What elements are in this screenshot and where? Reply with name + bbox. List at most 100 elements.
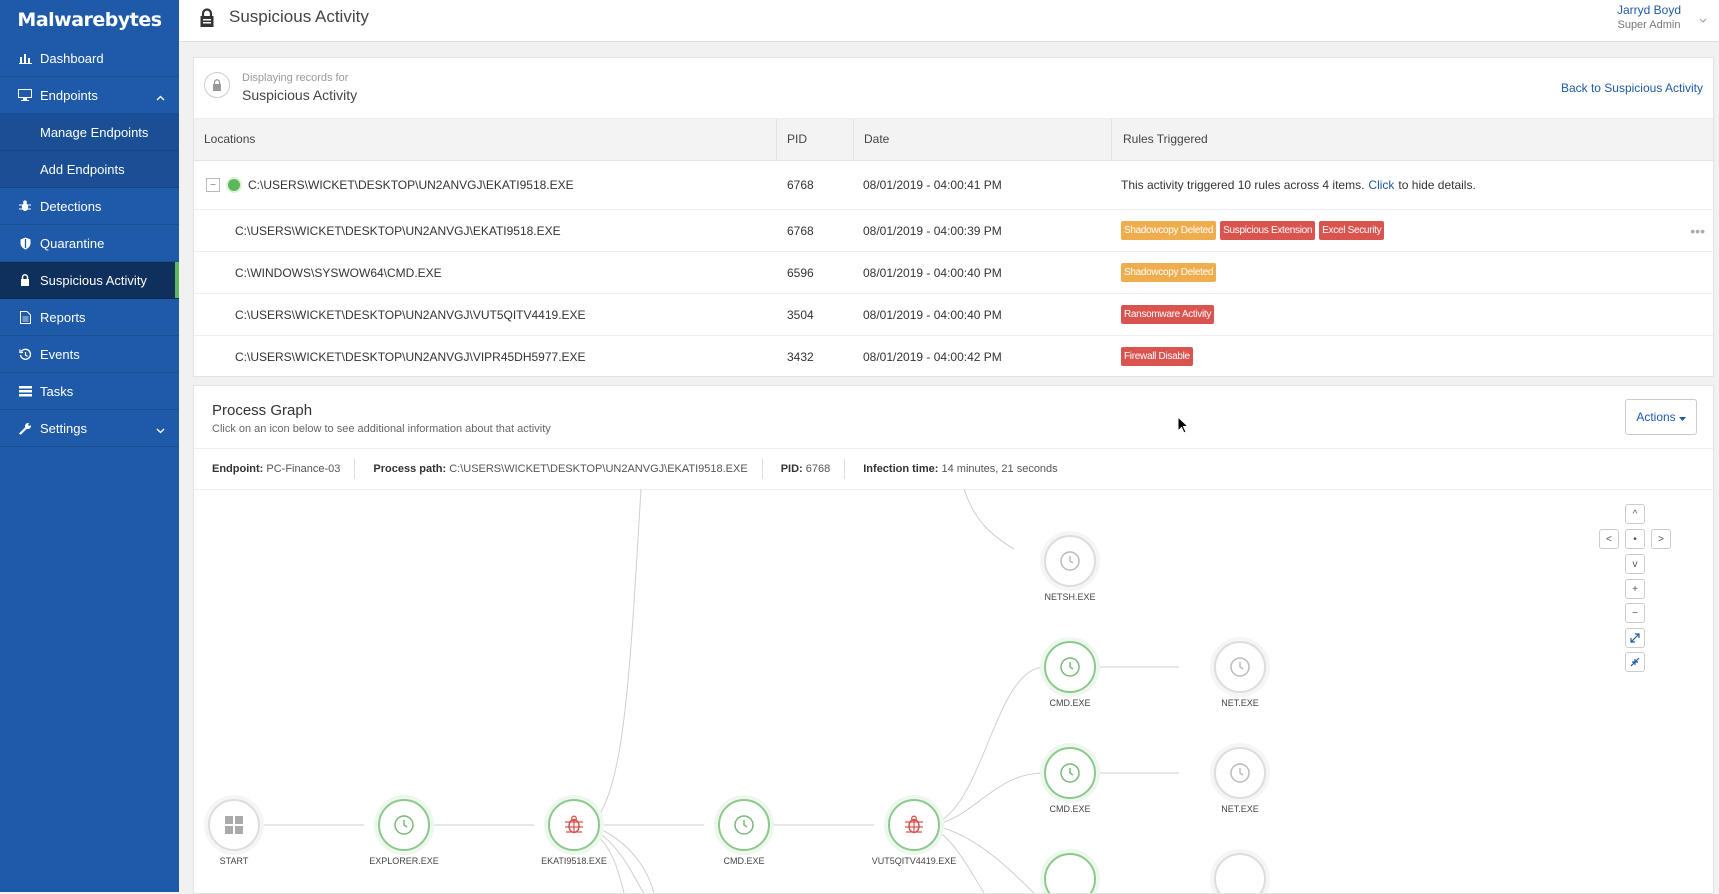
sidebar-item-events[interactable]: Events [0, 336, 179, 373]
sidebar-item-detections[interactable]: Detections [0, 188, 179, 225]
graph-node-vut5qitv4419[interactable] [888, 799, 940, 851]
table-row-parent[interactable]: − C:\USERS\WICKET\DESKTOP\UN2ANVGJ\EKATI… [194, 161, 1713, 210]
collapse-toggle[interactable]: − [206, 178, 220, 192]
rule-tag[interactable]: Excel Security [1319, 221, 1385, 240]
clock-icon [1055, 758, 1085, 788]
malwarebytes-logo[interactable]: Malwarebytes [0, 0, 179, 40]
table-row[interactable]: C:\USERS\WICKET\DESKTOP\UN2ANVGJ\EKATI95… [194, 210, 1713, 252]
table-row[interactable]: C:\USERS\WICKET\DESKTOP\UN2ANVGJ\VIPR45D… [194, 336, 1713, 377]
row-date: 08/01/2019 - 04:00:40 PM [863, 307, 1002, 322]
table-row[interactable]: C:\USERS\WICKET\DESKTOP\UN2ANVGJ\VUT5QIT… [194, 294, 1713, 336]
sidebar-item-label: Suspicious Activity [40, 272, 147, 288]
sidebar-item-manage-endpoints[interactable]: Manage Endpoints [0, 114, 179, 151]
graph-node-start[interactable] [208, 799, 260, 851]
lock-icon [199, 8, 215, 33]
hide-details-link[interactable]: Click [1368, 178, 1394, 192]
infection-time-value: 14 minutes, 21 seconds [941, 463, 1058, 475]
column-header-pid[interactable]: PID [776, 119, 853, 160]
process-path-info: Process path: C:\USERS\WICKET\DESKTOP\UN… [355, 459, 763, 479]
process-path-label: Process path: [373, 463, 447, 475]
clock-icon [1055, 652, 1085, 682]
pan-down-button[interactable]: v [1625, 554, 1645, 574]
graph-node-net-1[interactable] [1214, 641, 1266, 693]
row-pid: 6768 [787, 178, 814, 192]
graph-node-net-2[interactable] [1214, 747, 1266, 799]
sidebar-item-reports[interactable]: Reports [0, 299, 179, 336]
row-location: C:\USERS\WICKET\DESKTOP\UN2ANVGJ\VUT5QIT… [235, 307, 586, 322]
bug-icon [559, 810, 589, 840]
clock-icon [389, 810, 419, 840]
displaying-label: Displaying records for [242, 72, 349, 84]
lock-icon [204, 72, 230, 98]
zoom-out-button[interactable]: − [1625, 603, 1645, 623]
pan-left-button[interactable]: < [1599, 529, 1619, 549]
table-row[interactable]: C:\WINDOWS\SYSWOW64\CMD.EXE 6596 08/01/2… [194, 252, 1713, 294]
row-location: C:\USERS\WICKET\DESKTOP\UN2ANVGJ\EKATI95… [248, 178, 574, 192]
bug-icon [899, 810, 929, 840]
clock-icon [1225, 758, 1255, 788]
rule-tag[interactable]: Shadowcopy Deleted [1121, 221, 1217, 240]
center-button[interactable]: • [1625, 529, 1645, 549]
collapse-icon[interactable] [1625, 652, 1645, 672]
sidebar-item-label: Settings [40, 420, 87, 436]
graph-node-label: VUT5QITV4419.EXE [871, 856, 957, 866]
back-link[interactable]: Back to Suspicious Activity [1561, 81, 1703, 95]
column-header-locations[interactable]: Locations [194, 119, 776, 160]
sidebar-item-tasks[interactable]: Tasks [0, 373, 179, 410]
sidebar-item-label: Quarantine [40, 235, 105, 251]
graph-node-label: CMD.EXE [1049, 698, 1091, 708]
sidebar-item-suspicious-activity[interactable]: Suspicious Activity [0, 262, 179, 299]
column-header-date[interactable]: Date [853, 119, 1111, 160]
graph-node-cmd-2[interactable] [1044, 747, 1096, 799]
sidebar-item-label: Reports [40, 309, 86, 325]
endpoint-label: Endpoint: [212, 463, 264, 475]
rule-tag[interactable]: Ransomware Activity [1121, 305, 1215, 324]
status-dot [228, 179, 240, 191]
rules-tags: Firewall Disable [1121, 336, 1197, 377]
records-header: Displaying records for Suspicious Activi… [194, 58, 1713, 119]
actions-dropdown[interactable]: Actions [1625, 399, 1697, 435]
bar-chart-icon [18, 51, 32, 65]
process-path-value: C:\USERS\WICKET\DESKTOP\UN2ANVGJ\EKATI95… [449, 463, 748, 475]
sidebar-item-dashboard[interactable]: Dashboard [0, 40, 179, 77]
records-panel: Displaying records for Suspicious Activi… [193, 57, 1714, 377]
row-date: 08/01/2019 - 04:00:42 PM [863, 349, 1002, 364]
actions-label: Actions [1636, 410, 1676, 424]
graph-node-ekati[interactable] [548, 799, 600, 851]
rule-tag[interactable]: Shadowcopy Deleted [1121, 263, 1217, 282]
pan-up-button[interactable]: ^ [1625, 504, 1645, 524]
monitor-icon [18, 88, 32, 102]
rule-tag[interactable]: Suspicious Extension [1220, 221, 1316, 240]
zoom-in-button[interactable]: + [1625, 579, 1645, 599]
clock-icon [729, 810, 759, 840]
history-icon [18, 347, 32, 361]
expand-icon[interactable] [1625, 628, 1645, 648]
row-pid: 6768 [787, 223, 814, 238]
graph-node-explorer[interactable] [378, 799, 430, 851]
chevron-down-icon[interactable] [1699, 10, 1707, 28]
row-location: C:\USERS\WICKET\DESKTOP\UN2ANVGJ\VIPR45D… [235, 349, 586, 364]
sidebar-item-quarantine[interactable]: Quarantine [0, 225, 179, 262]
rule-tag[interactable]: Firewall Disable [1121, 347, 1193, 366]
process-graph-canvas[interactable]: START EXPLORER.EXE EKATI9518.EXE CMD.EXE [194, 489, 1713, 893]
sidebar-item-label: Tasks [40, 383, 74, 399]
column-header-rules[interactable]: Rules Triggered [1111, 119, 1711, 160]
wrench-icon [18, 421, 32, 435]
graph-node-label: CMD.EXE [723, 856, 765, 866]
graph-node-cmd[interactable] [718, 799, 770, 851]
bug-icon [18, 199, 32, 213]
user-menu[interactable]: Jarryd Boyd Super Admin [1617, 3, 1681, 31]
more-options-icon[interactable]: ••• [1690, 210, 1705, 251]
sidebar-item-settings[interactable]: Settings [0, 410, 179, 447]
sidebar-item-label: Detections [40, 198, 102, 214]
sidebar-item-endpoints[interactable]: Endpoints [0, 77, 179, 114]
rules-summary: This activity triggered 10 rules across … [1121, 161, 1476, 209]
caret-down-icon [1678, 410, 1686, 424]
pan-right-button[interactable]: > [1651, 529, 1671, 549]
list-icon [18, 384, 32, 398]
sidebar-item-label: Dashboard [40, 50, 104, 66]
sidebar-item-add-endpoints[interactable]: Add Endpoints [0, 151, 179, 188]
graph-node-netsh[interactable] [1044, 535, 1096, 587]
graph-node-cmd-1[interactable] [1044, 641, 1096, 693]
process-graph-panel: Process Graph Click on an icon below to … [193, 385, 1714, 894]
